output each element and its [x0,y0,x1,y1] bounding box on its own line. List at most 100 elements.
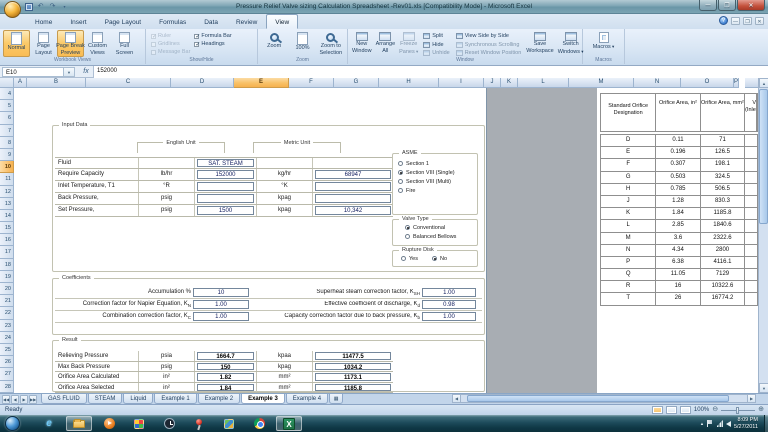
show-desktop-button[interactable] [764,415,768,432]
insert-function-icon[interactable]: fx [79,67,93,77]
tray-expand-icon[interactable]: ▲ [700,421,704,426]
row-header[interactable]: 22 [0,307,14,319]
zoom-button[interactable]: Zoom [261,30,287,57]
checkbox-icon[interactable] [151,42,156,47]
previous-sheet-icon[interactable]: ◀ [11,395,19,404]
row-header[interactable]: 23 [0,320,14,332]
right-coefficient-value[interactable]: 1.00 [422,312,476,321]
column-header[interactable]: M [569,78,634,88]
show-hide-checkbox-row[interactable]: Formula Bar [194,33,231,39]
row-header[interactable]: 4 [0,88,14,100]
start-button[interactable] [5,416,20,431]
scroll-right-icon[interactable]: ▶ [747,395,755,402]
insert-worksheet-icon[interactable]: ▦ [329,394,343,404]
column-header[interactable]: K [501,78,518,88]
row-header[interactable]: 14 [0,210,14,222]
zoom-in-icon[interactable]: ⊕ [758,406,764,414]
row-header[interactable]: 20 [0,283,14,295]
english-value-cell[interactable] [197,194,254,203]
name-box-dropdown-icon[interactable]: ▼ [64,67,75,77]
column-header-partial[interactable] [745,78,758,88]
last-sheet-icon[interactable]: ▶▶ [29,395,37,404]
taskbar-excel[interactable]: X [276,416,302,431]
sheet-tab[interactable]: Liquid [123,394,153,404]
zoom-100-button[interactable]: 100% [289,30,315,57]
column-header[interactable]: B [27,78,86,88]
close-button[interactable] [737,0,765,11]
radio-icon[interactable] [401,256,406,261]
freeze-panes-button[interactable]: Freeze Panes [398,30,419,57]
metric-value-cell[interactable]: 68947 [315,170,391,179]
row-header[interactable]: 28 [0,381,14,393]
redo-icon[interactable]: ↷ [48,2,57,11]
fluid-value-cell[interactable]: SAT. STEAM [197,159,254,167]
ribbon-tab[interactable]: Home [26,14,61,29]
column-header[interactable]: H [379,78,439,88]
radio-icon[interactable] [398,170,403,175]
synchronous-scrolling-button[interactable]: Synchronous Scrolling [454,41,524,49]
column-header[interactable]: I [439,78,484,88]
workbook-minimize-button[interactable]: — [731,17,740,25]
sheet-tab[interactable]: GAS FLUID [41,394,87,404]
left-coefficient-value[interactable]: 1.00 [193,312,249,321]
row-header[interactable]: 8 [0,137,14,149]
scroll-down-icon[interactable]: ▼ [759,383,768,393]
zoom-slider-thumb[interactable] [736,407,739,414]
asme-radio-option[interactable]: Section VIII (Multi) [398,177,477,186]
taskbar-chrome[interactable] [246,416,272,431]
column-header[interactable]: E [234,78,289,88]
radio-icon[interactable] [405,234,410,239]
row-header[interactable]: 12 [0,186,14,198]
valve-type-radio-option[interactable]: Balanced Bellows [405,232,477,241]
first-sheet-icon[interactable]: ◀◀ [2,395,10,404]
next-sheet-icon[interactable]: ▶ [20,395,28,404]
right-coefficient-value[interactable]: 0.98 [422,300,476,309]
taskbar-games[interactable] [126,416,152,431]
column-header[interactable]: P [734,78,739,88]
scroll-left-icon[interactable]: ◀ [453,395,461,402]
row-header[interactable]: 15 [0,222,14,234]
row-header[interactable]: 10 [0,161,14,173]
horizontal-scrollbar[interactable]: ◀ ▶ [452,394,756,403]
status-normal-view-button[interactable] [652,406,663,414]
english-value-cell[interactable]: 1500 [197,206,254,215]
view-mode-button[interactable]: Page Layout [30,30,57,57]
qat-dropdown-icon[interactable]: ▾ [60,2,69,11]
minimize-button[interactable] [699,0,717,11]
formula-input[interactable]: 152000 [93,66,768,78]
ribbon-tab[interactable]: Insert [61,14,95,29]
checkbox-icon[interactable] [194,42,199,47]
column-header[interactable]: N [634,78,681,88]
view-mode-button[interactable]: Page Break Preview [57,30,84,57]
unhide-button[interactable]: Unhide [421,49,451,57]
taskbar-clock-app[interactable] [156,416,182,431]
row-header[interactable]: 26 [0,356,14,368]
ribbon-tab[interactable]: Review [227,14,266,29]
ribbon-tab[interactable]: Data [195,14,227,29]
metric-value-cell[interactable] [315,194,391,203]
column-header[interactable]: F [289,78,334,88]
help-icon[interactable]: ? [719,16,728,25]
scroll-up-icon[interactable]: ▲ [759,78,768,88]
column-header[interactable]: G [334,78,379,88]
show-hide-checkbox-row[interactable]: Gridlines [151,41,190,47]
row-header[interactable]: 6 [0,112,14,124]
hide-button[interactable]: Hide [421,41,451,49]
view-mode-button[interactable]: Full Screen [111,30,138,57]
zoom-to-selection-button[interactable]: Zoom to Selection [318,30,344,57]
radio-icon[interactable] [398,161,403,166]
row-header[interactable]: 21 [0,295,14,307]
asme-radio-option[interactable]: Section 1 [398,159,477,168]
metric-value-cell[interactable] [315,182,391,191]
sheet-tab[interactable]: Example 2 [198,394,240,404]
left-coefficient-value[interactable]: 10 [193,288,249,297]
radio-icon[interactable] [398,179,403,184]
row-header[interactable]: 9 [0,149,14,161]
status-page-break-view-button[interactable] [680,406,691,414]
radio-icon[interactable] [405,225,410,230]
switch-windows-button[interactable]: Switch Windows [557,30,585,57]
ribbon-tab[interactable]: View [266,14,298,29]
row-header[interactable]: 16 [0,234,14,246]
column-header[interactable]: D [171,78,234,88]
row-header[interactable]: 19 [0,271,14,283]
